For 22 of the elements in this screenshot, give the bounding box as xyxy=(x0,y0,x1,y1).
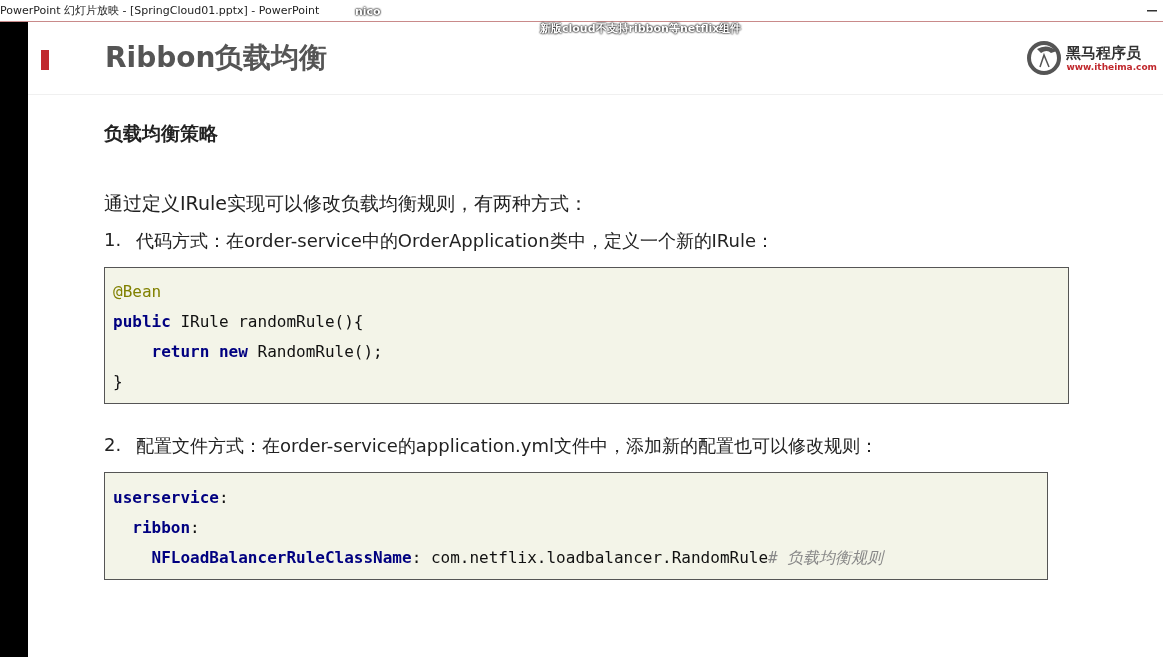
list-item-text: 配置文件方式：在order-service的application.yml文件中，添加新的配置也可以修改规则： xyxy=(136,434,879,458)
list-number: 1. xyxy=(104,229,120,252)
section-heading: 负载均衡策略 xyxy=(104,121,219,146)
code-line: public IRule randomRule(){ xyxy=(113,311,364,333)
code-line: } xyxy=(113,371,123,393)
list-item-text: 代码方式：在order-service中的OrderApplication类中，定义一个新的IRule： xyxy=(136,229,775,253)
code-line: userservice: xyxy=(113,487,229,509)
horse-logo-icon xyxy=(1027,41,1064,75)
overlay-caption: 新版cloud不支持ribbon等netflix组件 xyxy=(540,21,742,36)
code-line: @Bean xyxy=(113,281,162,303)
title-accent-bar xyxy=(41,50,49,70)
code-line: return new RandomRule(); xyxy=(150,341,383,363)
overlay-caption: nico xyxy=(355,5,381,18)
logo-url: www.itheima.com xyxy=(1066,61,1157,72)
list-number: 2. xyxy=(104,434,120,457)
slide-title: Ribbon负载均衡 xyxy=(105,40,329,76)
code-line: NFLoadBalancerRuleClassName: com.netflix.loadbalancer.RandomRule# 负载均衡规则 xyxy=(150,547,884,569)
intro-text: 通过定义IRule实现可以修改负载均衡规则，有两种方式： xyxy=(104,191,589,216)
code-line: ribbon: xyxy=(131,517,200,539)
window-title: PowerPoint 幻灯片放映 - [SpringCloud01.pptx] - PowerPoint xyxy=(0,3,320,18)
logo-name: 黑马程序员 xyxy=(1066,44,1143,62)
minimize-icon[interactable] xyxy=(1147,10,1157,12)
